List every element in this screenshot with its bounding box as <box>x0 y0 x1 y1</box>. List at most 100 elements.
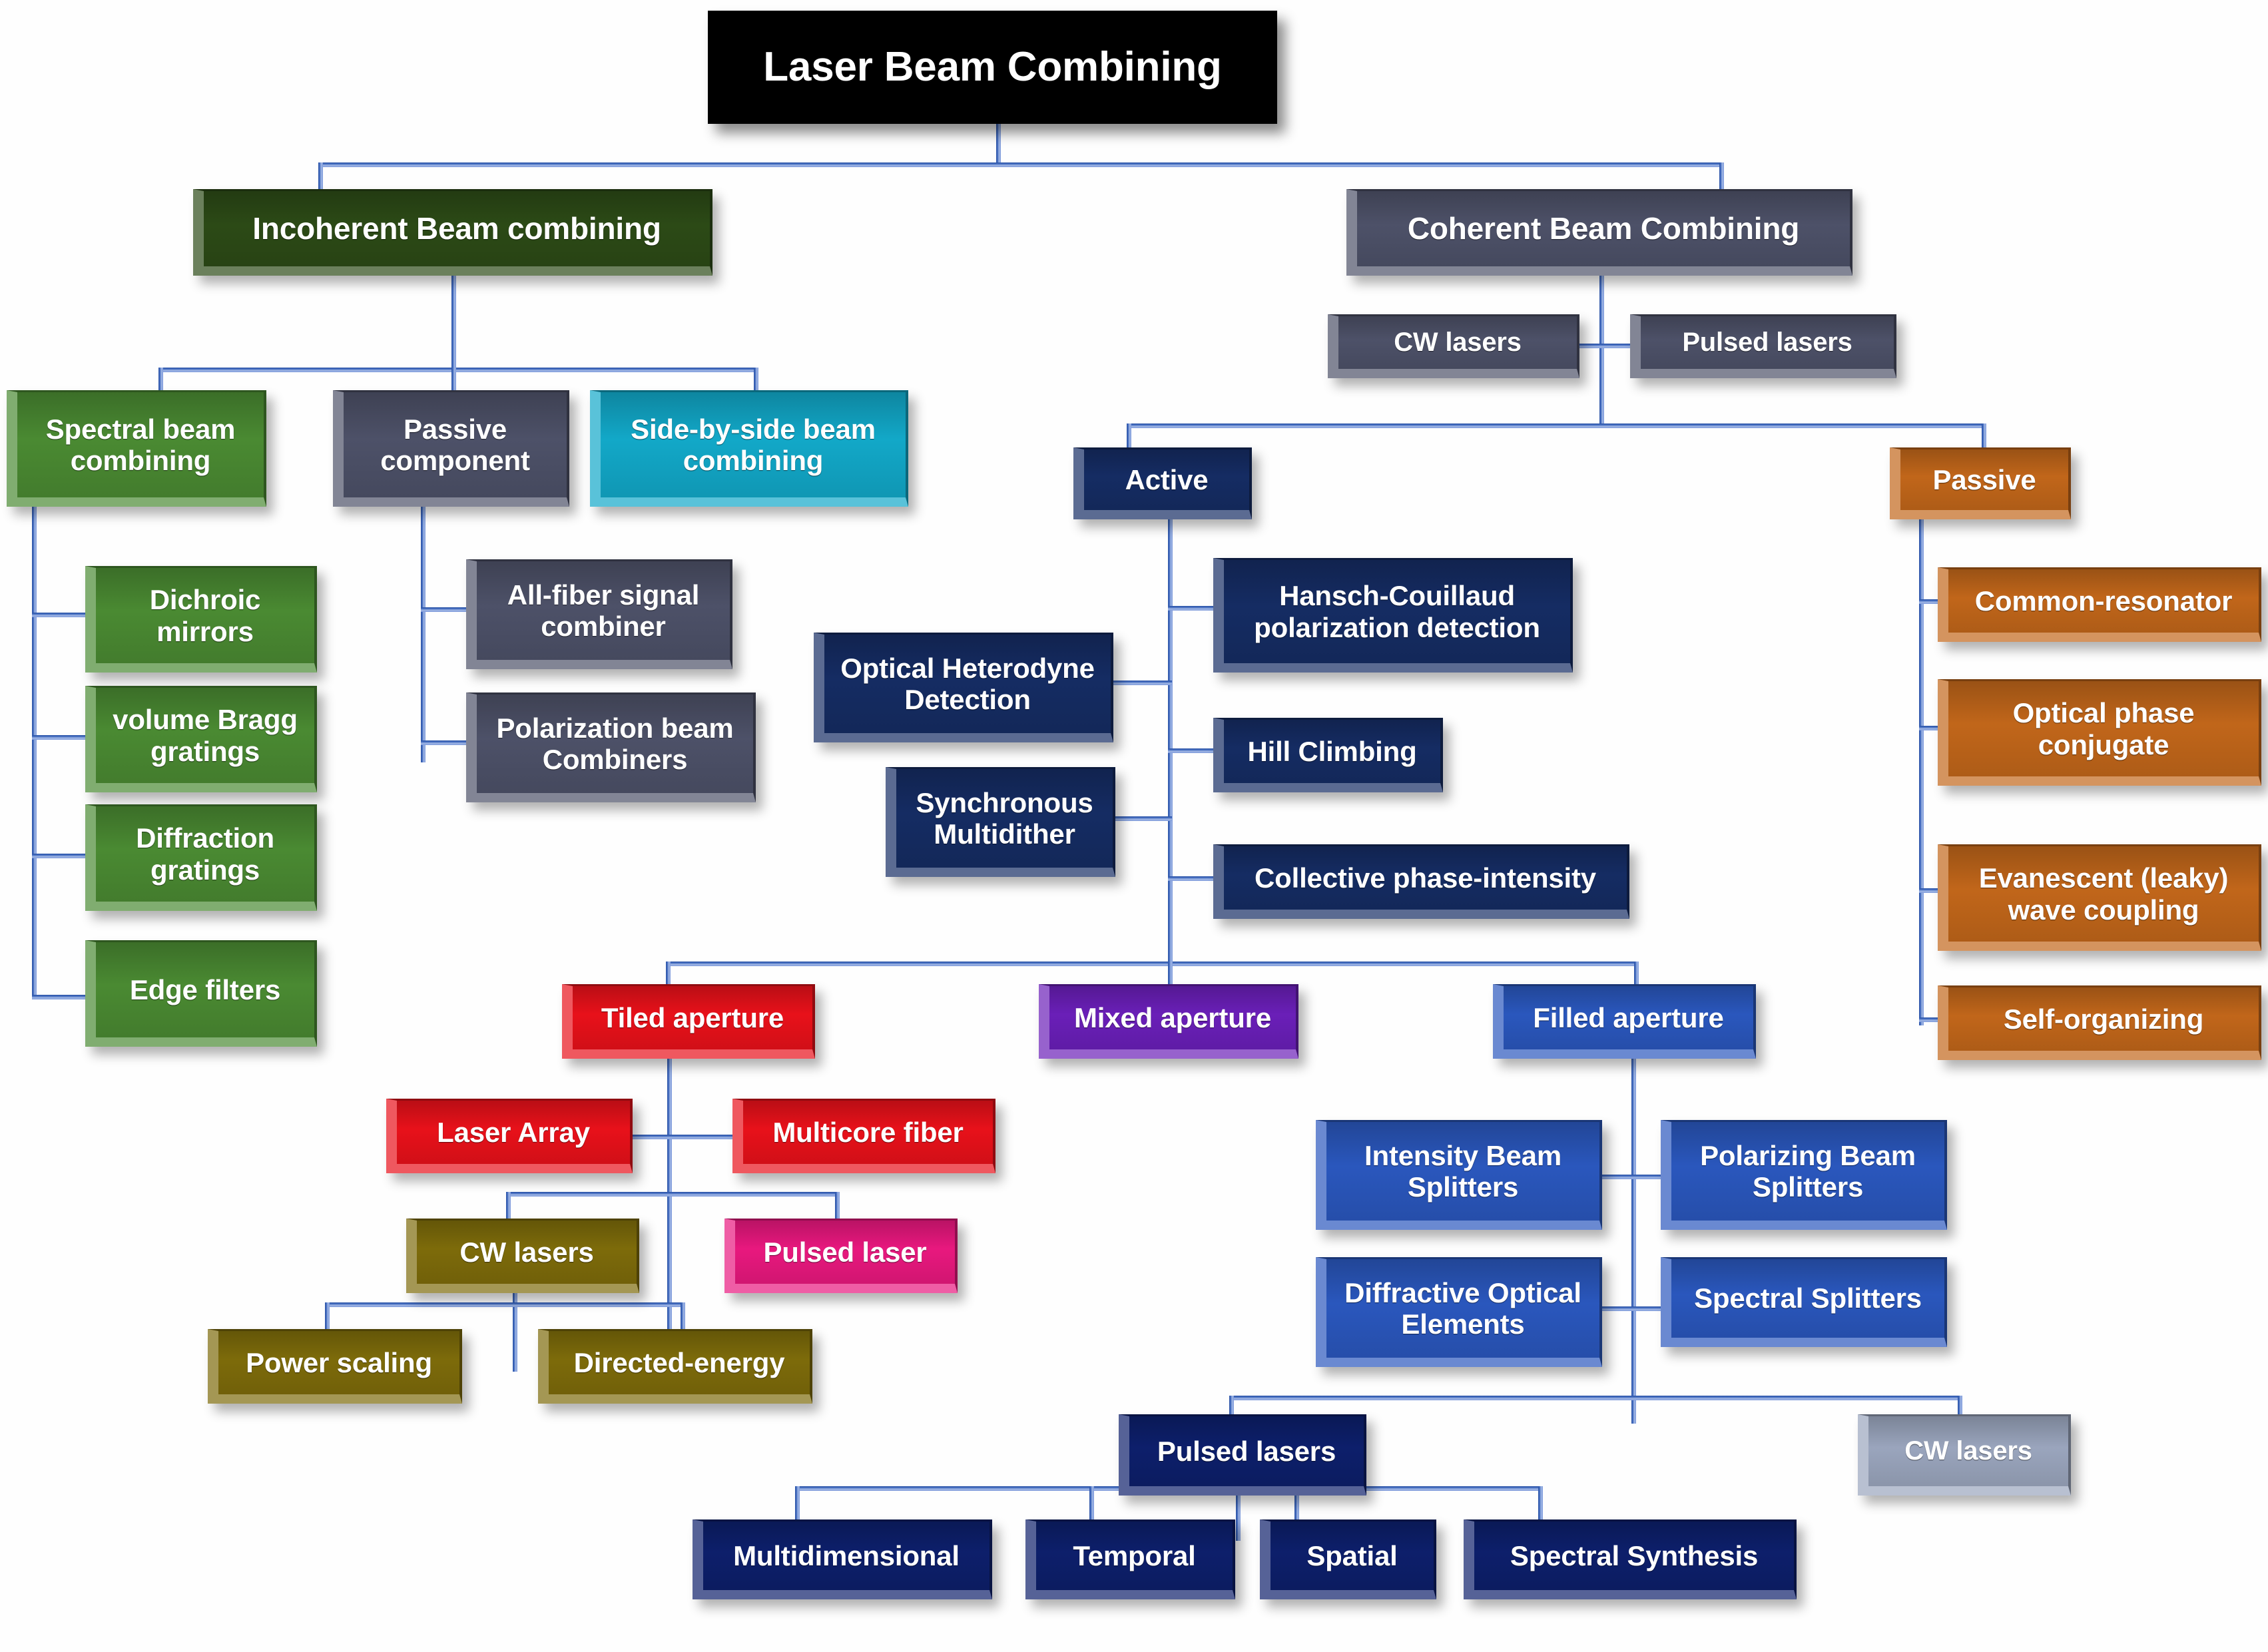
connector-root-down <box>996 124 1001 166</box>
node-laser_array[interactable]: Laser Array <box>386 1099 633 1173</box>
node-label-passive: Passive <box>1932 463 2036 495</box>
node-label-passive_comp: Passive component <box>380 413 530 476</box>
connector-tiled-to-pl <box>835 1192 840 1221</box>
node-power_scaling[interactable]: Power scaling <box>208 1329 462 1404</box>
connector-plf-down <box>1236 1496 1241 1541</box>
node-evanescent[interactable]: Evanescent (leaky) wave coupling <box>1938 844 2261 951</box>
connector-filled-bus <box>1229 1396 1962 1400</box>
node-polarizing_bs[interactable]: Polarizing Beam Splitters <box>1661 1120 1947 1230</box>
node-coherent[interactable]: Coherent Beam Combining <box>1346 189 1852 276</box>
node-common_res[interactable]: Common-resonator <box>1938 567 2261 642</box>
node-label-filled: Filled aperture <box>1533 1001 1724 1033</box>
node-label-pol_beam_comb: Polarization beam Combiners <box>496 712 734 775</box>
node-label-multidimensional: Multidimensional <box>733 1539 960 1571</box>
connector-ap-to-mixed <box>1168 906 1173 988</box>
node-label-collective: Collective phase-intensity <box>1255 862 1596 894</box>
node-side_by_side[interactable]: Side-by-side beam combining <box>590 390 908 507</box>
node-spectral_bc[interactable]: Spectral beam combining <box>7 390 266 507</box>
node-passive_comp[interactable]: Passive component <box>333 390 569 507</box>
node-cbc_pulsed[interactable]: Pulsed lasers <box>1630 314 1896 378</box>
node-hansch[interactable]: Hansch-Couillaud polarization detection <box>1213 558 1573 673</box>
node-label-intensity_bs: Intensity Beam Splitters <box>1364 1139 1561 1203</box>
node-pol_beam_comb[interactable]: Polarization beam Combiners <box>466 692 756 802</box>
node-label-pulsed_filled: Pulsed lasers <box>1157 1435 1336 1467</box>
node-label-directed_energy: Directed-energy <box>573 1346 785 1378</box>
node-label-cw_filled: CW lasers <box>1904 1436 2032 1466</box>
node-label-sync_multi: Synchronous Multidither <box>916 786 1093 850</box>
node-label-coherent: Coherent Beam Combining <box>1407 210 1800 246</box>
node-temporal[interactable]: Temporal <box>1025 1519 1235 1599</box>
node-hill[interactable]: Hill Climbing <box>1213 718 1443 792</box>
node-directed_energy[interactable]: Directed-energy <box>538 1329 812 1404</box>
node-dif_opt_elem[interactable]: Diffractive Optical Elements <box>1316 1257 1602 1367</box>
node-root[interactable]: Laser Beam Combining <box>708 11 1277 124</box>
node-opt_het[interactable]: Optical Heterodyne Detection <box>814 633 1113 742</box>
node-active[interactable]: Active <box>1073 447 1252 519</box>
node-label-vbg: volume Bragg gratings <box>113 704 298 767</box>
node-collective[interactable]: Collective phase-intensity <box>1213 844 1629 919</box>
node-label-diff_gratings: Diffraction gratings <box>136 822 274 886</box>
node-spatial[interactable]: Spatial <box>1260 1519 1436 1599</box>
node-label-cbc_pulsed: Pulsed lasers <box>1682 328 1852 358</box>
node-mixed[interactable]: Mixed aperture <box>1039 984 1298 1059</box>
node-pulsed_tiled[interactable]: Pulsed laser <box>724 1219 958 1293</box>
node-label-incoherent: Incoherent Beam combining <box>252 210 661 246</box>
connector-inc-bus <box>158 368 758 372</box>
node-cbc_cw[interactable]: CW lasers <box>1328 314 1579 378</box>
node-label-self_org: Self-organizing <box>2003 1003 2204 1035</box>
node-label-opt_het: Optical Heterodyne Detection <box>840 652 1095 715</box>
node-label-active: Active <box>1125 463 1209 495</box>
node-filled[interactable]: Filled aperture <box>1493 984 1756 1059</box>
node-cw_tiled[interactable]: CW lasers <box>406 1219 639 1293</box>
node-label-temporal: Temporal <box>1073 1539 1196 1571</box>
node-label-tiled: Tiled aperture <box>601 1001 784 1033</box>
connector-inc-down <box>451 276 456 370</box>
node-all_fiber[interactable]: All-fiber signal combiner <box>466 559 732 669</box>
node-intensity_bs[interactable]: Intensity Beam Splitters <box>1316 1120 1602 1230</box>
connector-tiled-bus <box>506 1192 839 1197</box>
node-dichroic[interactable]: Dichroic mirrors <box>85 566 317 673</box>
diagram-canvas: Laser Beam Combining Incoherent Beam comb… <box>0 0 2268 1652</box>
node-label-evanescent: Evanescent (leaky) wave coupling <box>1978 862 2229 926</box>
node-incoherent[interactable]: Incoherent Beam combining <box>193 189 712 276</box>
node-spectral_split[interactable]: Spectral Splitters <box>1661 1257 1947 1347</box>
connector-filled-down <box>1631 1059 1636 1424</box>
connector-pas-down <box>1919 519 1924 1025</box>
node-multicore[interactable]: Multicore fiber <box>732 1099 995 1173</box>
node-label-polarizing_bs: Polarizing Beam Splitters <box>1700 1139 1916 1203</box>
node-diff_gratings[interactable]: Diffraction gratings <box>85 804 317 911</box>
node-label-hansch: Hansch-Couillaud polarization detection <box>1254 580 1540 643</box>
node-label-cbc_cw: CW lasers <box>1394 328 1522 358</box>
node-edge_filters[interactable]: Edge filters <box>85 940 317 1047</box>
node-sync_multi[interactable]: Synchronous Multidither <box>886 767 1115 877</box>
node-spectral_synth[interactable]: Spectral Synthesis <box>1464 1519 1797 1599</box>
node-pulsed_filled[interactable]: Pulsed lasers <box>1119 1414 1366 1496</box>
node-tiled[interactable]: Tiled aperture <box>562 984 815 1059</box>
node-multidimensional[interactable]: Multidimensional <box>693 1519 992 1599</box>
node-label-side_by_side: Side-by-side beam combining <box>631 413 876 476</box>
node-self_org[interactable]: Self-organizing <box>1938 985 2261 1060</box>
node-label-spectral_synth: Spectral Synthesis <box>1510 1539 1759 1571</box>
node-label-dif_opt_elem: Diffractive Optical Elements <box>1344 1276 1581 1340</box>
node-label-spatial: Spatial <box>1306 1539 1398 1571</box>
node-label-edge_filters: Edge filters <box>129 973 281 1005</box>
node-cw_filled[interactable]: CW lasers <box>1858 1414 2071 1496</box>
node-vbg[interactable]: volume Bragg gratings <box>85 686 317 792</box>
node-label-mixed: Mixed aperture <box>1074 1001 1271 1033</box>
node-label-opt_phase: Optical phase conjugate <box>2012 697 2195 760</box>
connector-spec-down <box>32 503 37 999</box>
node-label-spectral_bc: Spectral beam combining <box>45 413 236 476</box>
connector-coh-down <box>1599 276 1604 427</box>
node-label-all_fiber: All-fiber signal combiner <box>507 579 700 642</box>
node-label-cw_tiled: CW lasers <box>459 1236 594 1268</box>
connector-act-sync <box>1111 816 1172 821</box>
node-passive[interactable]: Passive <box>1890 447 2071 519</box>
connector-tiled-mc <box>667 1135 736 1139</box>
connector-tiled-down <box>667 1059 672 1338</box>
connector-coh-pulsed <box>1599 344 1634 348</box>
connector-pass-down <box>421 503 425 762</box>
connector-ap-bus <box>666 962 1638 966</box>
connector-tiled-to-cw <box>506 1192 511 1221</box>
node-opt_phase[interactable]: Optical phase conjugate <box>1938 679 2261 786</box>
node-label-dichroic: Dichroic mirrors <box>149 584 261 647</box>
